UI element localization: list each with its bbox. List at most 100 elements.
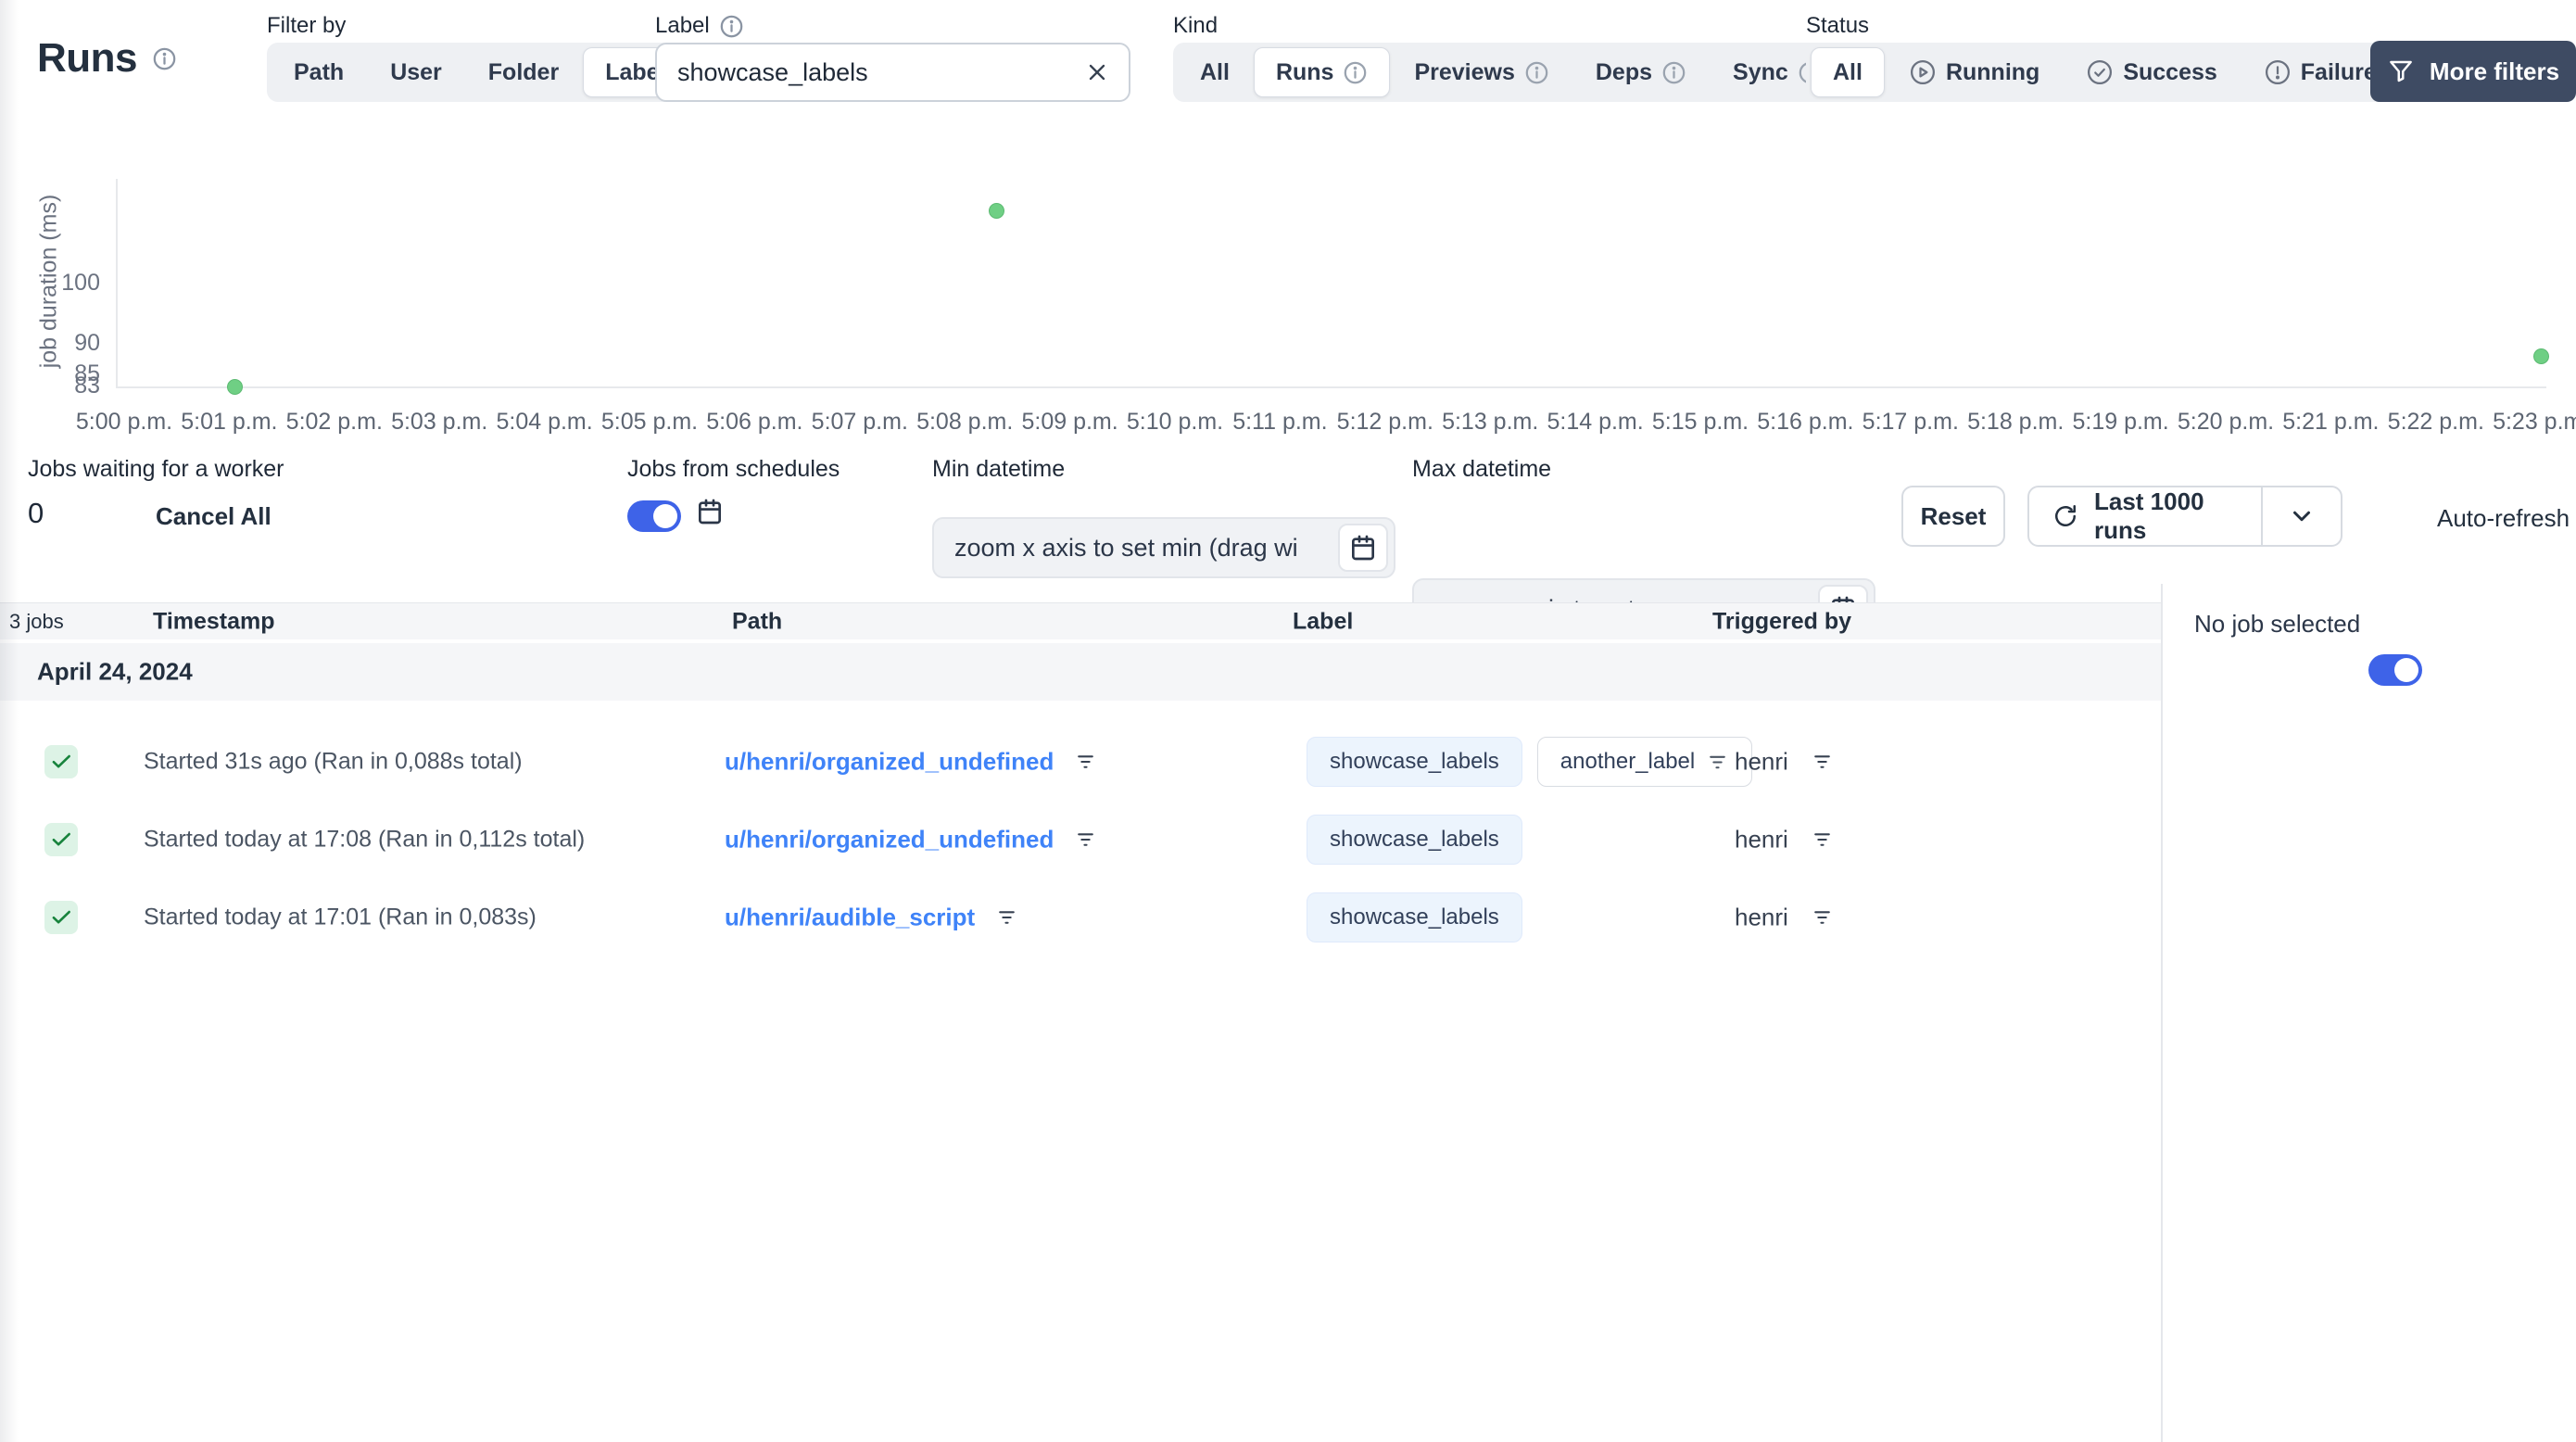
- x-tick-label: 5:00 p.m.: [75, 409, 173, 435]
- label-chip[interactable]: showcase_labels: [1307, 892, 1522, 942]
- x-tick-label: 5:10 p.m.: [1126, 409, 1224, 435]
- filter-icon[interactable]: [1074, 751, 1097, 774]
- status-option-label: Failure: [2300, 58, 2377, 85]
- refresh-runs-button[interactable]: Last 1000 runs: [2029, 487, 2261, 545]
- info-icon[interactable]: [1343, 60, 1368, 85]
- label-chip-text: another_label: [1559, 749, 1696, 774]
- play-circle-icon: [1909, 58, 1937, 86]
- kind-option-previews[interactable]: Previews: [1392, 47, 1571, 97]
- x-tick-label: 5:13 p.m.: [1442, 409, 1539, 435]
- x-tick-label: 5:20 p.m.: [2177, 409, 2275, 435]
- no-job-selected-text: No job selected: [2194, 610, 2361, 638]
- page-title: Runs: [37, 35, 177, 82]
- run-data-point[interactable]: [226, 378, 243, 395]
- filter-by-label: Filter by: [267, 13, 347, 38]
- table-header-band: 3 jobs Timestamp Path Label Triggered by: [0, 602, 2161, 639]
- x-tick-label: 5:17 p.m.: [1862, 409, 1959, 435]
- job-row[interactable]: Started today at 17:08 (Ran in 0,112s to…: [0, 801, 2161, 879]
- job-timestamp: Started 31s ago (Ran in 0,088s total): [144, 748, 523, 775]
- label-chip-text: showcase_labels: [1330, 827, 1499, 852]
- filter-icon[interactable]: [1811, 829, 1834, 852]
- cancel-all-button[interactable]: Cancel All: [156, 502, 271, 531]
- kind-option-all[interactable]: All: [1178, 47, 1252, 97]
- label-chip[interactable]: showcase_labels: [1307, 815, 1522, 865]
- min-datetime-input[interactable]: [934, 533, 1394, 563]
- y-tick-label: 100: [61, 269, 100, 296]
- status-segmented: All Running Success Failure: [1806, 43, 2404, 102]
- col-label: Label: [1293, 608, 1354, 634]
- filter-by-option-user[interactable]: User: [368, 47, 464, 97]
- label-chip-text: showcase_labels: [1330, 749, 1499, 774]
- runs-duration-chart[interactable]: job duration (ms) 100 90 85 83 5:00 p.m. 5:01 …: [0, 139, 2576, 445]
- funnel-icon: [2387, 57, 2415, 85]
- status-option-label: Success: [2123, 58, 2217, 85]
- auto-refresh-label: Auto-refresh: [2437, 504, 2570, 532]
- job-row[interactable]: Started 31s ago (Ran in 0,088s total) u/…: [0, 723, 2161, 801]
- kind-option-label: Deps: [1595, 58, 1653, 85]
- x-tick-label: 5:02 p.m.: [285, 409, 383, 435]
- x-tick-label: 5:22 p.m.: [2387, 409, 2484, 435]
- calendar-icon[interactable]: [695, 497, 725, 526]
- jobs-from-schedules-toggle[interactable]: [627, 500, 681, 532]
- x-tick-label: 5:08 p.m.: [916, 409, 1014, 435]
- filter-icon[interactable]: [1811, 751, 1834, 774]
- triggered-by-user: henri: [1735, 825, 1788, 854]
- status-option-all[interactable]: All: [1811, 47, 1885, 97]
- filter-by-option-folder[interactable]: Folder: [466, 47, 581, 97]
- job-labels: showcase_labels another_label: [1307, 737, 1753, 787]
- info-icon[interactable]: [1661, 60, 1686, 85]
- kind-option-label: Runs: [1275, 58, 1334, 85]
- runs-window-dropdown-button[interactable]: [2263, 502, 2341, 530]
- kind-option-runs[interactable]: Runs: [1253, 47, 1391, 97]
- y-tick-label: 90: [74, 330, 100, 357]
- run-data-point[interactable]: [988, 202, 1004, 219]
- x-axis-line: [116, 386, 2546, 388]
- filter-icon[interactable]: [1074, 829, 1097, 852]
- check-circle-icon: [2086, 58, 2114, 86]
- status-option-running[interactable]: Running: [1887, 47, 2062, 97]
- filter-icon[interactable]: [995, 906, 1018, 930]
- label-chip[interactable]: showcase_labels: [1307, 737, 1522, 787]
- x-tick-label: 5:05 p.m.: [600, 409, 699, 435]
- filter-icon[interactable]: [1706, 751, 1729, 774]
- x-tick-label: 5:04 p.m.: [496, 409, 593, 435]
- close-icon[interactable]: [1084, 59, 1110, 85]
- more-filters-button[interactable]: More filters: [2370, 41, 2576, 102]
- triggered-by-user: henri: [1735, 747, 1788, 776]
- x-tick-label: 5:07 p.m.: [811, 409, 908, 435]
- x-tick-label: 5:16 p.m.: [1757, 409, 1854, 435]
- calendar-icon[interactable]: [1338, 524, 1388, 572]
- job-row[interactable]: Started today at 17:01 (Ran in 0,083s) u…: [0, 879, 2161, 956]
- info-icon[interactable]: [719, 14, 744, 39]
- jobs-count: 3 jobs: [9, 609, 64, 633]
- success-check-icon: [44, 901, 78, 934]
- auto-refresh-toggle[interactable]: [2368, 654, 2422, 686]
- kind-option-label: Sync: [1733, 58, 1788, 85]
- label-chip[interactable]: another_label: [1536, 737, 1753, 787]
- info-icon[interactable]: [1524, 60, 1549, 85]
- info-icon[interactable]: [152, 46, 177, 71]
- filter-by-option-path[interactable]: Path: [271, 47, 366, 97]
- job-labels: showcase_labels: [1307, 815, 1522, 865]
- col-triggered-by: Triggered by: [1712, 608, 1852, 634]
- job-labels: showcase_labels: [1307, 892, 1522, 942]
- kind-option-deps[interactable]: Deps: [1573, 47, 1709, 97]
- kind-segmented: All Runs Previews Deps Sync: [1173, 43, 1850, 102]
- job-path-link[interactable]: u/henri/audible_script: [725, 904, 975, 932]
- label-filter-input[interactable]: [657, 57, 1084, 87]
- job-path-link[interactable]: u/henri/organized_undefined: [725, 826, 1054, 854]
- chevron-down-icon: [2288, 502, 2316, 530]
- job-path-link[interactable]: u/henri/organized_undefined: [725, 748, 1054, 777]
- filter-icon[interactable]: [1811, 906, 1834, 930]
- runs-window-select: Last 1000 runs: [2027, 486, 2342, 547]
- x-tick-label: 5:23 p.m.: [2493, 409, 2576, 435]
- run-data-point[interactable]: [2532, 348, 2549, 364]
- triggered-by-user: henri: [1735, 903, 1788, 931]
- jobs-waiting-count: 0: [28, 497, 44, 529]
- reset-button[interactable]: Reset: [1901, 486, 2005, 547]
- kind-label: Kind: [1173, 13, 1219, 38]
- alert-circle-icon: [2264, 58, 2292, 86]
- page-title-text: Runs: [37, 35, 138, 81]
- status-option-success[interactable]: Success: [2064, 47, 2239, 97]
- panel-divider: [2161, 584, 2163, 1442]
